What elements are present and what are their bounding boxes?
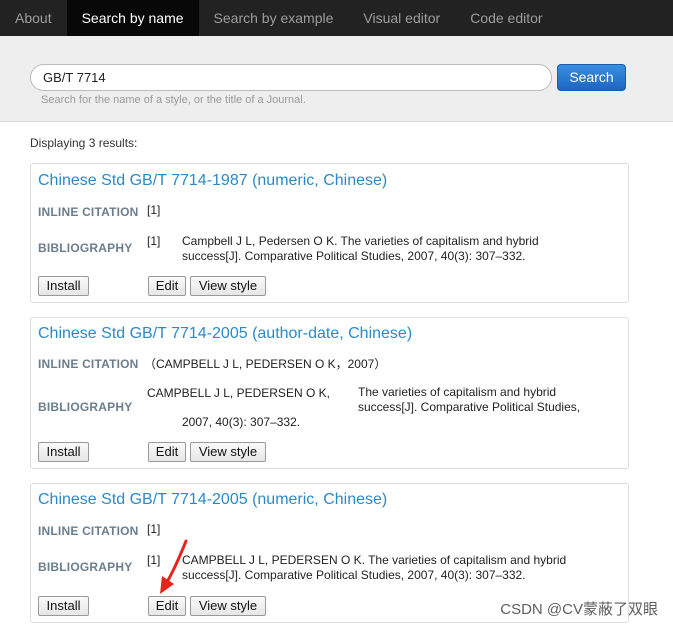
inline-citation-value: [1] [147,522,161,536]
nav-code-editor[interactable]: Code editor [455,0,557,36]
bibliography-line: CAMPBELL J L, PEDERSEN O K. The varietie… [182,553,567,567]
edit-button[interactable]: Edit [148,596,186,616]
nav-visual-editor[interactable]: Visual editor [348,0,455,36]
bibliography-label: BIBLIOGRAPHY [38,560,133,574]
top-nav: About Search by name Search by example V… [0,0,673,36]
result-card: Chinese Std GB/T 7714-2005 (author-date,… [30,317,629,469]
red-arrow-icon [160,539,188,594]
search-input[interactable] [30,64,552,91]
inline-citation-value: [1] [147,203,161,217]
bibliography-line: success[J]. Comparative Political Studie… [358,400,581,414]
style-title-link[interactable]: Chinese Std GB/T 7714-2005 (author-date,… [38,325,412,343]
style-title-link[interactable]: Chinese Std GB/T 7714-2005 (numeric, Chi… [38,491,387,509]
edit-button[interactable]: Edit [148,276,186,296]
nav-about[interactable]: About [0,0,67,36]
install-button[interactable]: Install [38,442,89,462]
bibliography-author: CAMPBELL J L, PEDERSEN O K, [147,386,330,400]
search-hint: Search for the name of a style, or the t… [41,94,306,106]
inline-citation-value: （CAMPBELL J L, PEDERSEN O K，2007） [144,357,387,371]
result-card: Chinese Std GB/T 7714-1987 (numeric, Chi… [30,163,629,303]
search-panel: Search Search for the name of a style, o… [0,36,673,122]
view-style-button[interactable]: View style [190,276,266,296]
bibliography-line: Campbell J L, Pedersen O K. The varietie… [182,234,539,248]
nav-search-by-name[interactable]: Search by name [66,0,199,36]
install-button[interactable]: Install [38,596,89,616]
edit-button[interactable]: Edit [148,442,186,462]
bibliography-line: success[J]. Comparative Political Studie… [182,568,526,582]
bibliography-line: success[J]. Comparative Political Studie… [182,249,526,263]
install-button[interactable]: Install [38,276,89,296]
watermark: CSDN @CV蒙蔽了双眼 [500,601,658,618]
nav-search-by-example[interactable]: Search by example [199,0,349,36]
inline-citation-label: INLINE CITATION [38,357,139,371]
view-style-button[interactable]: View style [190,596,266,616]
bibliography-line: The varieties of capitalism and hybrid [358,385,557,399]
bibliography-label: BIBLIOGRAPHY [38,400,133,414]
inline-citation-label: INLINE CITATION [38,205,139,219]
view-style-button[interactable]: View style [190,442,266,462]
bibliography-number: [1] [147,234,161,248]
inline-citation-label: INLINE CITATION [38,524,139,538]
bibliography-line: 2007, 40(3): 307–332. [182,415,301,429]
results-count: Displaying 3 results: [30,136,138,150]
style-title-link[interactable]: Chinese Std GB/T 7714-1987 (numeric, Chi… [38,172,387,190]
search-button[interactable]: Search [557,64,626,91]
bibliography-label: BIBLIOGRAPHY [38,241,133,255]
